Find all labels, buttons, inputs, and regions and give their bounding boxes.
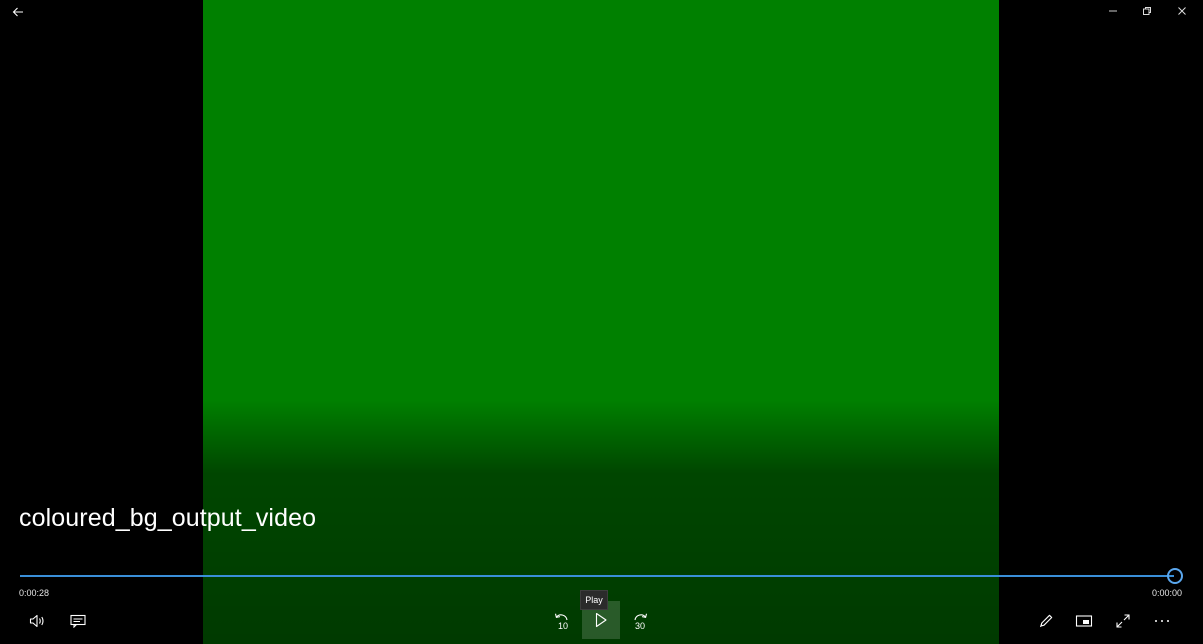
close-button[interactable] [1165,0,1199,22]
volume-icon [29,614,44,628]
restore-button[interactable] [1130,0,1164,22]
mini-view-button[interactable] [1066,604,1102,638]
fullscreen-icon [1116,614,1130,628]
restore-icon [1143,7,1151,15]
video-player-window: coloured_bg_output_video 0:00:28 0:00:00… [0,0,1203,644]
title-bar [0,0,1203,24]
play-tooltip: Play [580,590,608,610]
arrow-left-icon [12,7,23,17]
video-title: coloured_bg_output_video [19,504,317,532]
seek-slider[interactable] [20,568,1183,584]
skip-back-label: 10 [558,621,569,631]
remaining-time: 0:00:00 [1152,588,1183,598]
fullscreen-button[interactable] [1105,604,1141,638]
seek-track [20,575,1174,577]
close-icon [1178,7,1186,15]
captions-button[interactable] [60,604,96,638]
back-button[interactable] [8,2,28,22]
elapsed-time: 0:00:28 [19,588,50,598]
play-icon [595,612,607,628]
edit-button[interactable] [1028,604,1064,638]
more-options-button[interactable] [1144,604,1180,638]
skip-forward-label: 30 [635,621,646,631]
captions-icon [70,614,86,628]
seek-thumb[interactable] [1167,568,1183,584]
pencil-icon [1040,614,1053,628]
minimize-button[interactable] [1096,0,1130,22]
mini-view-icon [1075,615,1093,627]
volume-button[interactable] [20,604,56,638]
skip-forward-button[interactable]: 30 [622,604,658,638]
more-icon [1155,620,1169,622]
minimize-icon [1109,10,1117,12]
video-frame[interactable] [203,0,999,644]
skip-back-button[interactable]: 10 [544,604,580,638]
